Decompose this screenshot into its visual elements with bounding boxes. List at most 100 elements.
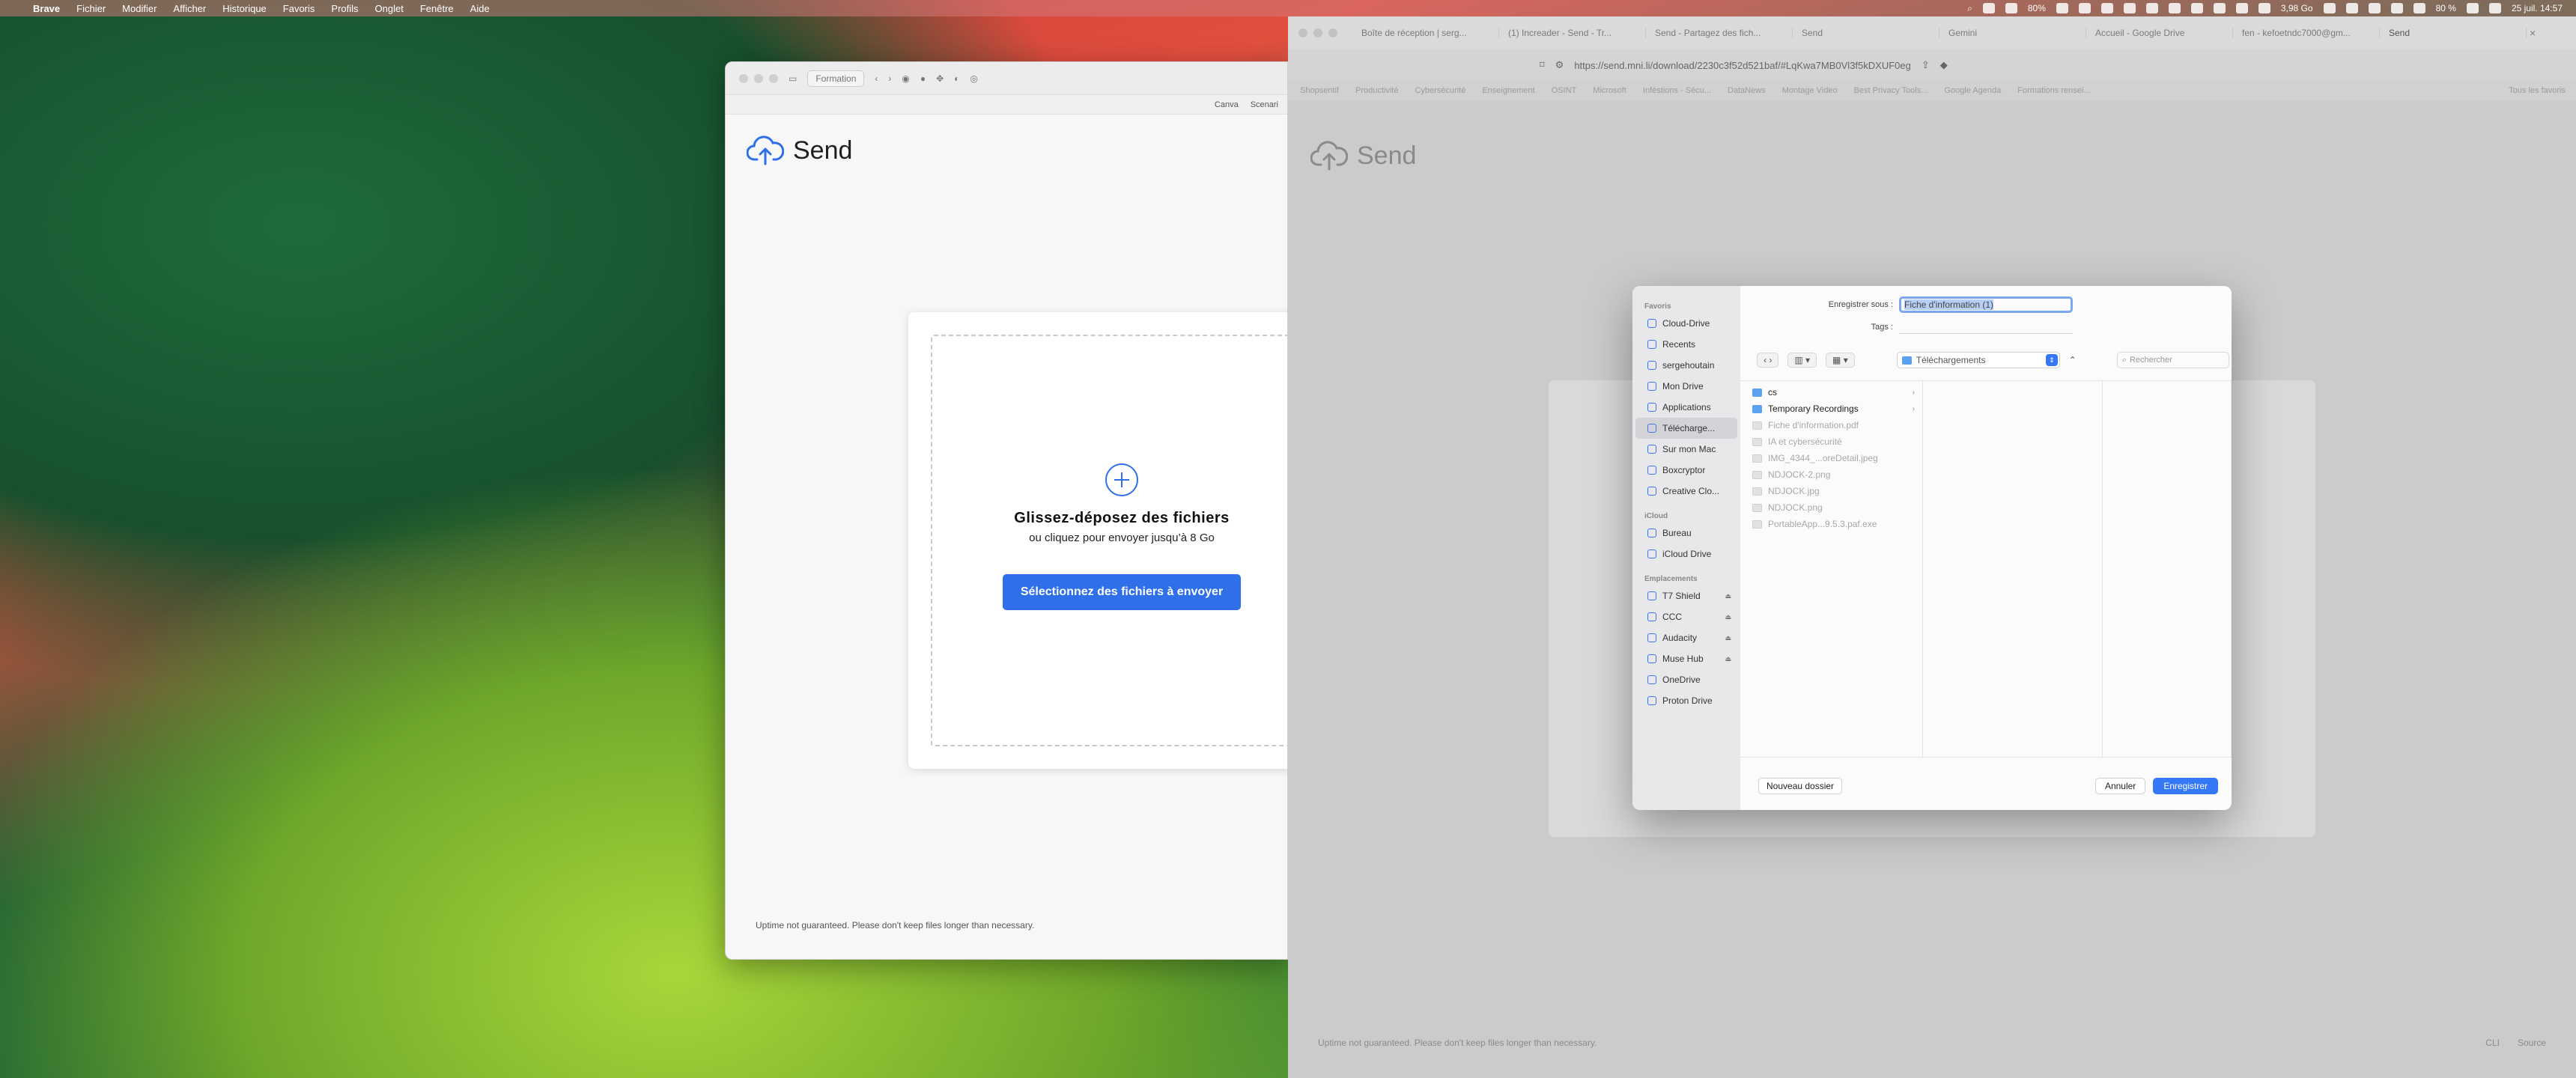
sidebar-toggle-icon[interactable]: ▭: [789, 73, 797, 84]
menu-app[interactable]: Brave: [33, 3, 60, 14]
status-icon[interactable]: [2235, 3, 2248, 13]
close-window-button[interactable]: [1298, 28, 1307, 37]
site-settings-icon[interactable]: ⚙: [1555, 59, 1564, 71]
sidebar-item-recents[interactable]: Recents: [1635, 334, 1737, 355]
sidebar-item-boxcryptor[interactable]: Boxcryptor: [1635, 460, 1737, 481]
brave-shields-icon[interactable]: ◆: [1940, 59, 1948, 71]
bookmark-item[interactable]: Enseignement: [1482, 86, 1534, 95]
wifi-icon[interactable]: [2466, 3, 2479, 13]
eject-icon[interactable]: ⏏: [1725, 613, 1731, 621]
all-favorites[interactable]: Tous les favoris: [2509, 86, 2566, 95]
add-file-icon[interactable]: [1105, 463, 1138, 496]
status-icon[interactable]: [2213, 3, 2226, 13]
zoom-window-button[interactable]: [769, 73, 778, 83]
bookmark-scenari[interactable]: Scenari: [1251, 100, 1278, 109]
status-icon[interactable]: [2056, 3, 2068, 13]
sidebar-item-home[interactable]: sergehoutain: [1635, 355, 1737, 376]
share-icon[interactable]: ⇪: [1922, 59, 1930, 71]
sidebar-item-sur-mon-mac[interactable]: Sur mon Mac: [1635, 439, 1737, 460]
bookmark-item[interactable]: Google Agenda: [1944, 86, 2001, 95]
source-link[interactable]: Source: [2518, 1038, 2546, 1048]
eject-icon[interactable]: ⏏: [1725, 634, 1731, 642]
extension-icon[interactable]: ◉: [902, 73, 909, 84]
cli-link[interactable]: CLI: [2485, 1038, 2500, 1048]
expand-collapse-icon[interactable]: ⌃: [2069, 355, 2077, 365]
extension-icon[interactable]: ◎: [970, 73, 977, 84]
profile-selector[interactable]: Formation: [807, 70, 865, 87]
new-folder-button[interactable]: Nouveau dossier: [1758, 778, 1843, 794]
battery-percent-a[interactable]: 80%: [2028, 3, 2046, 13]
tab-send[interactable]: Send: [1793, 28, 1939, 38]
bookmark-item[interactable]: OSINT: [1552, 86, 1577, 95]
menu-aide[interactable]: Aide: [470, 3, 490, 14]
group-button[interactable]: ▦ ▾: [1826, 353, 1855, 368]
menu-afficher[interactable]: Afficher: [173, 3, 206, 14]
menu-favoris[interactable]: Favoris: [283, 3, 315, 14]
status-icon[interactable]: [2413, 3, 2425, 13]
clock[interactable]: 25 juil. 14:57: [2512, 3, 2563, 13]
eject-icon[interactable]: ⏏: [1725, 655, 1731, 663]
tab-send-share[interactable]: Send - Partagez des fich...: [1646, 28, 1793, 38]
bookmark-icon[interactable]: ⌑: [1540, 59, 1545, 71]
extension-icon[interactable]: ◐: [954, 73, 959, 84]
menu-fichier[interactable]: Fichier: [76, 3, 106, 14]
bookmark-item[interactable]: Shopsentif: [1300, 86, 1339, 95]
search-field[interactable]: ⌕ Rechercher: [2116, 352, 2229, 368]
folder-row[interactable]: Temporary Recordings ›: [1740, 401, 1922, 417]
sidebar-item-icloud-drive[interactable]: iCloud Drive: [1635, 543, 1737, 564]
bookmark-item[interactable]: Productivité: [1355, 86, 1398, 95]
control-center-icon[interactable]: [2488, 3, 2501, 13]
sidebar-item-muse-hub[interactable]: Muse Hub ⏏: [1635, 648, 1737, 669]
file-dropzone[interactable]: Glissez-déposez des fichiers ou cliquez …: [931, 335, 1287, 746]
send-logo[interactable]: Send: [747, 134, 852, 167]
cancel-button[interactable]: Annuler: [2094, 778, 2146, 794]
sidebar-item-t7-shield[interactable]: T7 Shield ⏏: [1635, 585, 1737, 606]
tab-inbox[interactable]: Boîte de réception | serg...: [1352, 28, 1499, 38]
status-icon[interactable]: [2258, 3, 2270, 13]
bookmark-canva[interactable]: Canva: [1215, 100, 1239, 109]
sidebar-item-audacity[interactable]: Audacity ⏏: [1635, 627, 1737, 648]
tab-gmail[interactable]: fen - kefoetndc7000@gm...: [2233, 28, 2380, 38]
extension-icon[interactable]: ✥: [936, 73, 944, 84]
sidebar-item-mon-drive[interactable]: Mon Drive: [1635, 376, 1737, 397]
search-icon[interactable]: ⌕: [1967, 3, 1972, 14]
select-files-button[interactable]: Sélectionnez des fichiers à envoyer: [1002, 574, 1242, 610]
close-tab-icon[interactable]: ×: [2530, 27, 2536, 39]
tab-google-drive[interactable]: Accueil - Google Drive: [2086, 28, 2233, 38]
status-icon[interactable]: [2190, 3, 2203, 13]
menu-fenetre[interactable]: Fenêtre: [420, 3, 454, 14]
tags-input[interactable]: [1899, 320, 2073, 334]
menu-modifier[interactable]: Modifier: [122, 3, 157, 14]
tab-increader[interactable]: (1) Increader - Send - Tr...: [1499, 28, 1646, 38]
status-icon[interactable]: [2323, 3, 2336, 13]
menu-historique[interactable]: Historique: [222, 3, 267, 14]
extension-icon[interactable]: ●: [920, 73, 926, 84]
sidebar-item-downloads[interactable]: Télécharge...: [1635, 418, 1737, 439]
status-icon[interactable]: [2368, 3, 2381, 13]
status-icon[interactable]: [2168, 3, 2181, 13]
bookmark-item[interactable]: Microsoft: [1593, 86, 1626, 95]
status-icon[interactable]: [2390, 3, 2403, 13]
sidebar-item-creative-cloud[interactable]: Creative Clo...: [1635, 481, 1737, 502]
location-popup[interactable]: Téléchargements ⇕: [1896, 352, 2060, 368]
status-icon[interactable]: [2145, 3, 2158, 13]
status-icon[interactable]: [1982, 3, 1995, 13]
bookmark-item[interactable]: DataNews: [1728, 86, 1766, 95]
menu-profils[interactable]: Profils: [331, 3, 358, 14]
status-icon[interactable]: [2005, 3, 2017, 13]
bookmark-item[interactable]: Best Privacy Tools...: [1854, 86, 1928, 95]
url-field[interactable]: https://send.mni.li/download/2230c3f52d5…: [1574, 60, 1911, 71]
menu-onglet[interactable]: Onglet: [375, 3, 404, 14]
sidebar-item-proton-drive[interactable]: Proton Drive: [1635, 690, 1737, 711]
save-button[interactable]: Enregistrer: [2153, 778, 2218, 794]
zoom-window-button[interactable]: [1328, 28, 1337, 37]
view-columns-button[interactable]: ▥ ▾: [1787, 353, 1817, 368]
forward-icon[interactable]: ›: [888, 73, 891, 84]
status-icon[interactable]: [2100, 3, 2113, 13]
sidebar-item-onedrive[interactable]: OneDrive: [1635, 669, 1737, 690]
eject-icon[interactable]: ⏏: [1725, 592, 1731, 600]
status-icon[interactable]: [2345, 3, 2358, 13]
bookmark-item[interactable]: Montage Video: [1782, 86, 1838, 95]
folder-row[interactable]: cs ›: [1740, 384, 1922, 401]
bookmark-item[interactable]: Formations rensei...: [2017, 86, 2090, 95]
